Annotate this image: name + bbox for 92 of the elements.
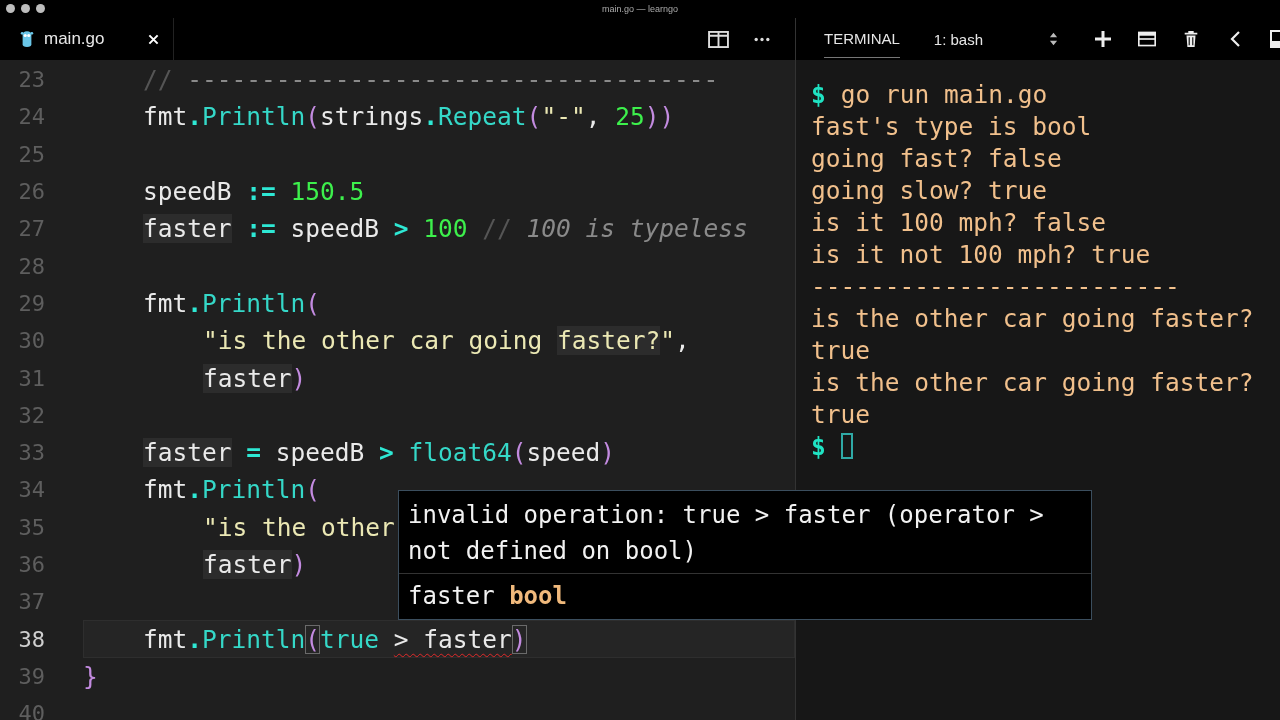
code-text: speedB: [289, 214, 381, 244]
window-title: main.go — learngo: [601, 4, 678, 14]
code-bracket: ): [291, 363, 307, 393]
code-operator: .: [423, 102, 439, 132]
string-literal: "-": [541, 102, 586, 132]
code-text: ,: [585, 102, 602, 132]
number-literal: 100: [422, 214, 468, 244]
number-literal: 25: [615, 102, 645, 132]
code-bracket: ): [600, 438, 616, 468]
code-identifier: Println: [202, 624, 306, 654]
highlighted-word: faster: [203, 363, 292, 393]
highlighted-word: faster: [143, 214, 232, 244]
string-literal: "is the other: [203, 512, 395, 542]
code-operator: .: [187, 475, 203, 505]
terminal-tab[interactable]: TERMINAL: [824, 20, 900, 58]
code-identifier: true: [320, 624, 381, 654]
code-operator: .: [187, 102, 203, 132]
code-text: ,: [675, 326, 690, 356]
code-text: speed: [526, 438, 601, 468]
code-bracket: (: [305, 475, 321, 505]
line-number: 23: [17, 67, 46, 93]
code-operator: =: [245, 438, 262, 468]
code-text: fmt: [143, 624, 188, 654]
code-operator: .: [187, 624, 203, 654]
comment-mark: //: [143, 65, 173, 95]
code-text: speedB: [274, 438, 366, 468]
terminal-output: going slow? true: [811, 175, 1047, 205]
terminal-output: true: [811, 335, 870, 365]
code-operator: :=: [245, 214, 276, 244]
code-identifier: float64: [407, 438, 512, 468]
comment-mark: //: [481, 214, 512, 244]
code-comment: ------------------------------------: [186, 65, 719, 95]
line-number: 39: [17, 663, 46, 689]
code-text: speedB: [143, 177, 233, 207]
line-number: 37: [17, 589, 46, 615]
terminal-command: go run main.go: [840, 79, 1048, 109]
line-number: 35: [17, 514, 46, 540]
error-underlined-code: > faster: [393, 624, 512, 654]
code-bracket: (: [305, 288, 321, 318]
line-number: 36: [17, 552, 46, 577]
code-bracket: (: [511, 438, 527, 468]
matched-bracket: (: [305, 624, 321, 654]
type-signature: faster bool: [407, 581, 568, 612]
line-number: 26: [17, 179, 46, 205]
code-operator: :=: [246, 177, 276, 207]
code-text: fmt: [143, 475, 188, 505]
highlighted-word: faster: [203, 550, 292, 579]
code-operator: >: [393, 214, 409, 244]
code-bracket: (: [526, 102, 542, 132]
code-operator: .: [187, 288, 203, 318]
code-comment: 100 is typeless: [525, 214, 748, 244]
code-bracket: }: [83, 661, 98, 691]
line-number: 30: [17, 328, 46, 354]
line-number: 27: [17, 216, 46, 242]
highlighted-word: faster: [143, 438, 232, 468]
code-identifier: Println: [202, 288, 306, 318]
terminal-output: going fast? false: [811, 143, 1062, 173]
code-bracket: ): [291, 550, 307, 579]
line-number: 31: [17, 365, 46, 391]
code-identifier: Println: [202, 102, 306, 132]
number-literal: 150.5: [289, 177, 365, 207]
line-number: 38: [17, 626, 46, 652]
terminal-selector[interactable]: 1: bash: [933, 30, 984, 48]
line-number: 24: [17, 104, 46, 130]
line-number: 25: [17, 141, 46, 167]
line-number: 28: [17, 253, 46, 279]
terminal-output: is the other car going faster?: [811, 303, 1254, 333]
prompt-symbol: $: [811, 431, 826, 461]
code-operator: >: [379, 438, 394, 468]
code-text: fmt: [143, 288, 188, 318]
matched-bracket: ): [511, 624, 527, 654]
code-text: strings: [320, 102, 424, 132]
terminal-output: is the other car going faster?: [811, 367, 1254, 397]
terminal-output: -------------------------: [811, 271, 1180, 301]
terminal-output: true: [811, 399, 870, 429]
code-text: fmt: [143, 102, 188, 132]
prompt-symbol: $: [811, 79, 826, 109]
code-bracket: (: [305, 102, 321, 132]
line-number: 32: [17, 402, 46, 428]
line-number: 34: [17, 477, 46, 503]
code-bracket: )): [644, 102, 675, 132]
terminal-output: is it 100 mph? false: [811, 207, 1106, 237]
code-identifier: Repeat: [438, 102, 527, 132]
terminal-output: is it not 100 mph? true: [811, 239, 1151, 269]
string-literal: "is the other car going: [203, 326, 544, 356]
error-message: invalid operation: true > faster (operator > not defined on bool): [399, 491, 1091, 574]
code-identifier: Println: [202, 475, 306, 505]
string-literal: faster?: [557, 326, 661, 356]
line-number: 33: [17, 440, 46, 466]
line-number: 29: [17, 290, 46, 316]
terminal-output: fast's type is bool: [811, 111, 1092, 141]
string-literal: ": [660, 326, 676, 356]
